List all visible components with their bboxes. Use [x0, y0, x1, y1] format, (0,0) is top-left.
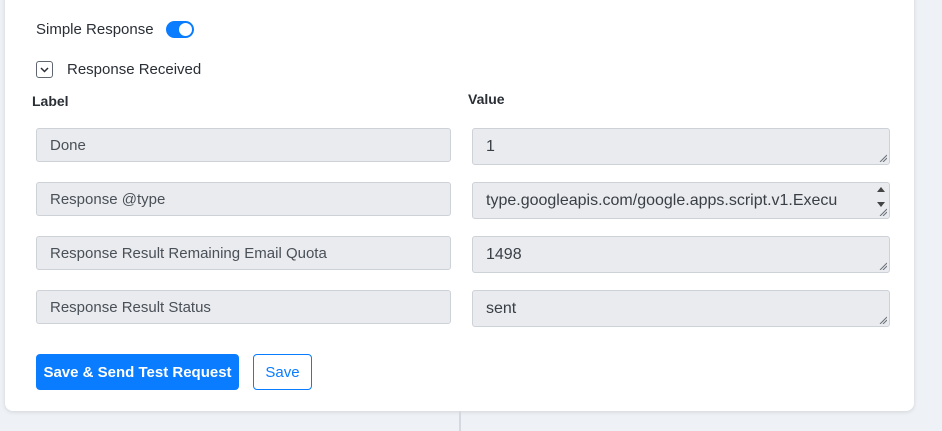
caret-down-icon[interactable] [876, 202, 885, 207]
label-field-done: Done [36, 128, 451, 162]
resize-grip-icon[interactable] [879, 262, 887, 270]
simple-response-toggle[interactable] [165, 21, 194, 38]
value-text: sent [486, 299, 517, 317]
value-field-status[interactable]: sent [472, 290, 890, 327]
save-and-send-test-button[interactable]: Save & Send Test Request [36, 354, 239, 390]
value-text: type.googleapis.com/google.apps.script.v… [486, 191, 838, 209]
value-field-response-type[interactable]: type.googleapis.com/google.apps.script.v… [472, 182, 890, 219]
label-field-remaining-quota: Response Result Remaining Email Quota [36, 236, 451, 270]
resize-grip-icon[interactable] [879, 316, 887, 324]
label-column-header: Label [32, 93, 69, 109]
value-text: 1 [486, 137, 495, 155]
response-received-row: Response Received [36, 61, 201, 78]
label-field-response-type: Response @type [36, 182, 451, 216]
label-field-status: Response Result Status [36, 290, 451, 324]
value-field-remaining-quota[interactable]: 1498 [472, 236, 890, 273]
scroll-spinner[interactable] [876, 187, 885, 207]
value-text: 1498 [486, 245, 522, 263]
toggle-knob [178, 23, 192, 36]
value-field-done[interactable]: 1 [472, 128, 890, 165]
resize-grip-icon[interactable] [879, 208, 887, 216]
simple-response-label: Simple Response [36, 21, 154, 38]
save-button[interactable]: Save [253, 354, 312, 390]
resize-grip-icon[interactable] [879, 154, 887, 162]
value-column-header: Value [468, 91, 505, 107]
response-received-title: Response Received [67, 61, 202, 78]
chevron-down-icon[interactable] [36, 61, 53, 78]
simple-response-row: Simple Response [36, 21, 194, 38]
column-divider [459, 411, 461, 431]
response-config-card: Simple Response Response Received Label … [5, 0, 914, 411]
caret-up-icon[interactable] [876, 187, 885, 192]
